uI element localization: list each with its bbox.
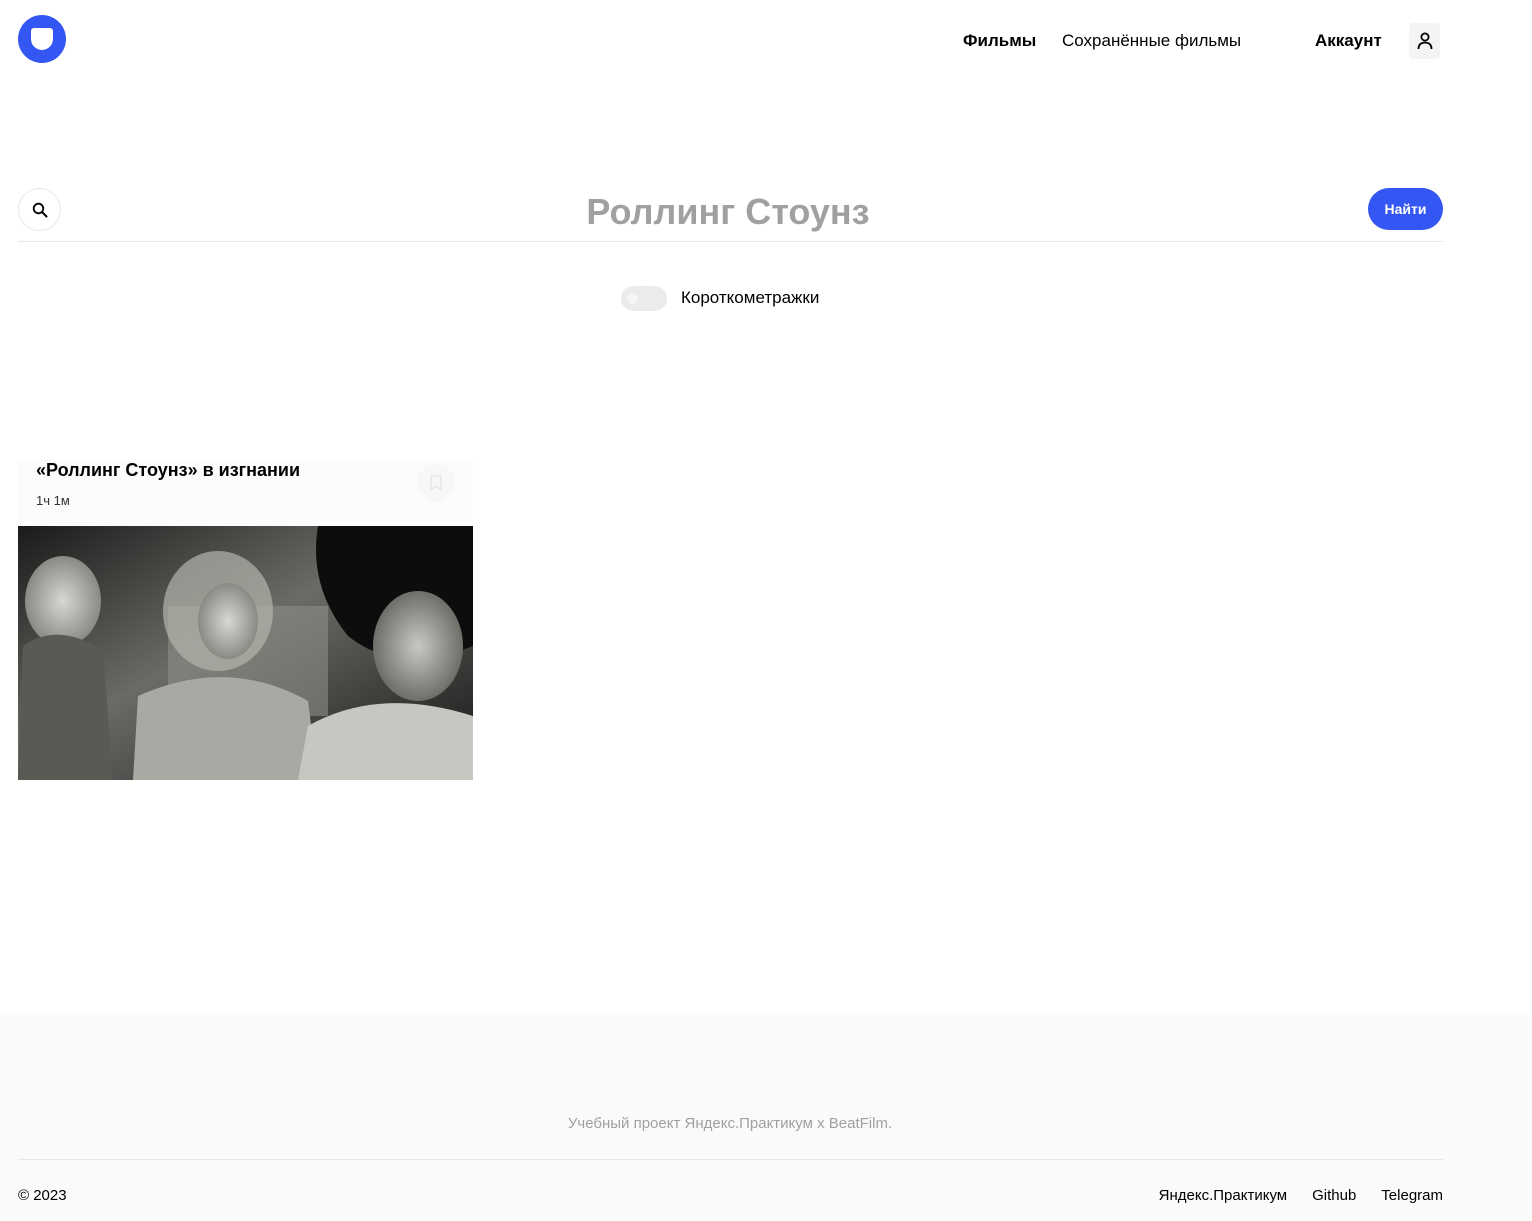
save-movie-button[interactable] xyxy=(417,464,455,502)
app-logo-icon[interactable] xyxy=(18,15,66,63)
footer-link-yandex-practicum[interactable]: Яндекс.Практикум xyxy=(1159,1187,1287,1204)
search-button[interactable]: Найти xyxy=(1368,188,1443,230)
search-form: Найти xyxy=(18,187,1443,242)
site-header: Фильмы Сохранённые фильмы Аккаунт xyxy=(0,0,1532,82)
nav-link-films[interactable]: Фильмы xyxy=(963,31,1036,51)
footer-copyright: © 2023 xyxy=(18,1187,67,1204)
bookmark-icon xyxy=(430,475,442,491)
nav-link-saved-films[interactable]: Сохранённые фильмы xyxy=(1062,31,1241,51)
movie-duration: 1ч 1м xyxy=(36,493,70,508)
short-films-toggle[interactable] xyxy=(621,286,667,311)
toggle-knob xyxy=(627,293,638,304)
user-icon[interactable] xyxy=(1409,23,1440,59)
site-footer: Учебный проект Яндекс.Практикум х BeatFi… xyxy=(0,1015,1532,1221)
footer-project-note: Учебный проект Яндекс.Практикум х BeatFi… xyxy=(567,1115,893,1132)
movie-title: «Роллинг Стоунз» в изгнании xyxy=(36,460,301,480)
footer-divider xyxy=(18,1159,1443,1160)
footer-link-github[interactable]: Github xyxy=(1312,1187,1356,1204)
footer-link-telegram[interactable]: Telegram xyxy=(1381,1187,1443,1204)
movie-card-header: «Роллинг Стоунз» в изгнании 1ч 1м xyxy=(18,459,473,526)
short-films-label: Короткометражки xyxy=(681,288,820,307)
search-icon xyxy=(18,188,61,231)
account-link[interactable]: Аккаунт xyxy=(1315,31,1382,51)
movie-poster-image[interactable] xyxy=(18,526,473,780)
footer-links: Яндекс.Практикум Github Telegram xyxy=(1159,1187,1443,1204)
movie-card: «Роллинг Стоунз» в изгнании 1ч 1м xyxy=(18,459,473,780)
search-input[interactable] xyxy=(128,189,1328,235)
short-films-filter: Короткометражки xyxy=(621,286,921,311)
